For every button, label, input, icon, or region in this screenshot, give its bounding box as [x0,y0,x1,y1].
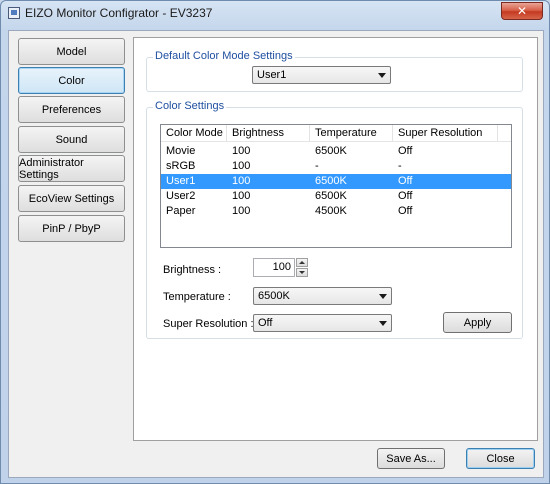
cell-brightness: 100 [232,145,251,157]
column-separator [497,125,498,142]
super-resolution-select[interactable]: Off [253,314,392,332]
cell-super-resolution: Off [398,175,413,187]
cell-super-resolution: - [398,160,402,172]
app-window: EIZO Monitor Configrator - EV3237 ✕ Mode… [0,0,550,484]
chevron-down-icon [379,294,387,299]
chevron-down-icon [379,321,387,326]
color-settings-title: Color Settings [153,100,227,112]
cell-color-mode: User2 [166,190,196,202]
cell-temperature: 6500K [315,190,347,202]
chevron-down-icon [378,73,386,78]
title-bar[interactable]: EIZO Monitor Configrator - EV3237 ✕ [1,1,549,25]
brightness-label: Brightness : [163,264,222,276]
default-color-mode-value: User1 [257,69,287,81]
cell-temperature: 6500K [315,145,347,157]
nav-color-button[interactable]: Color [18,67,125,94]
nav-pinp-pbyp-button[interactable]: PinP / PbyP [18,215,125,242]
list-row-user2[interactable]: User2 100 6500K Off [161,189,511,204]
cell-temperature: 6500K [315,175,347,187]
client-area: Model Color Preferences Sound Administra… [8,30,544,478]
list-row-movie[interactable]: Movie 100 6500K Off [161,144,511,159]
column-separator [226,125,227,142]
close-button[interactable]: Close [466,448,535,469]
temperature-select[interactable]: 6500K [253,287,392,305]
cell-color-mode: Paper [166,205,196,217]
close-icon: ✕ [516,4,528,18]
nav-sound-button[interactable]: Sound [18,126,125,153]
column-separator [392,125,393,142]
cell-super-resolution: Off [398,145,413,157]
cell-color-mode: Movie [166,145,196,157]
super-resolution-label: Super Resolution : [163,318,254,330]
spin-up-icon[interactable] [296,258,308,267]
list-row-srgb[interactable]: sRGB 100 - - [161,159,511,174]
cell-super-resolution: Off [398,190,413,202]
default-color-mode-select[interactable]: User1 [252,66,391,84]
temperature-value: 6500K [258,290,290,302]
color-settings-group: Color Settings Color Mode Brightness Tem… [146,100,523,339]
super-resolution-value: Off [258,317,273,329]
column-header-brightness[interactable]: Brightness [232,127,284,139]
cell-brightness: 100 [232,190,251,202]
cell-brightness: 100 [232,205,251,217]
nav-model-button[interactable]: Model [18,38,125,65]
window-close-button[interactable]: ✕ [501,2,543,20]
cell-temperature: - [315,160,319,172]
cell-color-mode: User1 [166,175,196,187]
app-icon [8,7,20,19]
cell-brightness: 100 [232,175,251,187]
window-title: EIZO Monitor Configrator - EV3237 [25,6,213,20]
spin-down-icon[interactable] [296,268,308,277]
brightness-value: 100 [272,261,291,273]
cell-color-mode: sRGB [166,160,196,172]
list-header: Color Mode Brightness Temperature Super … [161,125,511,142]
cell-super-resolution: Off [398,205,413,217]
nav-administrator-settings-button[interactable]: Administrator Settings [18,155,125,182]
nav-preferences-button[interactable]: Preferences [18,96,125,123]
default-color-mode-title: Default Color Mode Settings [153,50,295,62]
list-row-user1[interactable]: User1 100 6500K Off [161,174,511,189]
color-mode-list[interactable]: Color Mode Brightness Temperature Super … [160,124,512,248]
cell-brightness: 100 [232,160,251,172]
brightness-stepper [296,258,308,277]
cell-temperature: 4500K [315,205,347,217]
nav-ecoview-settings-button[interactable]: EcoView Settings [18,185,125,212]
temperature-label: Temperature : [163,291,231,303]
list-row-paper[interactable]: Paper 100 4500K Off [161,204,511,219]
apply-button[interactable]: Apply [443,312,512,333]
column-header-color-mode[interactable]: Color Mode [166,127,223,139]
brightness-input[interactable]: 100 [253,258,295,277]
color-panel: Default Color Mode Settings User1 Color … [133,37,538,441]
default-color-mode-group: Default Color Mode Settings User1 [146,50,523,92]
save-as-button[interactable]: Save As... [377,448,445,469]
column-separator [309,125,310,142]
column-header-super-resolution[interactable]: Super Resolution [398,127,482,139]
column-header-temperature[interactable]: Temperature [315,127,377,139]
